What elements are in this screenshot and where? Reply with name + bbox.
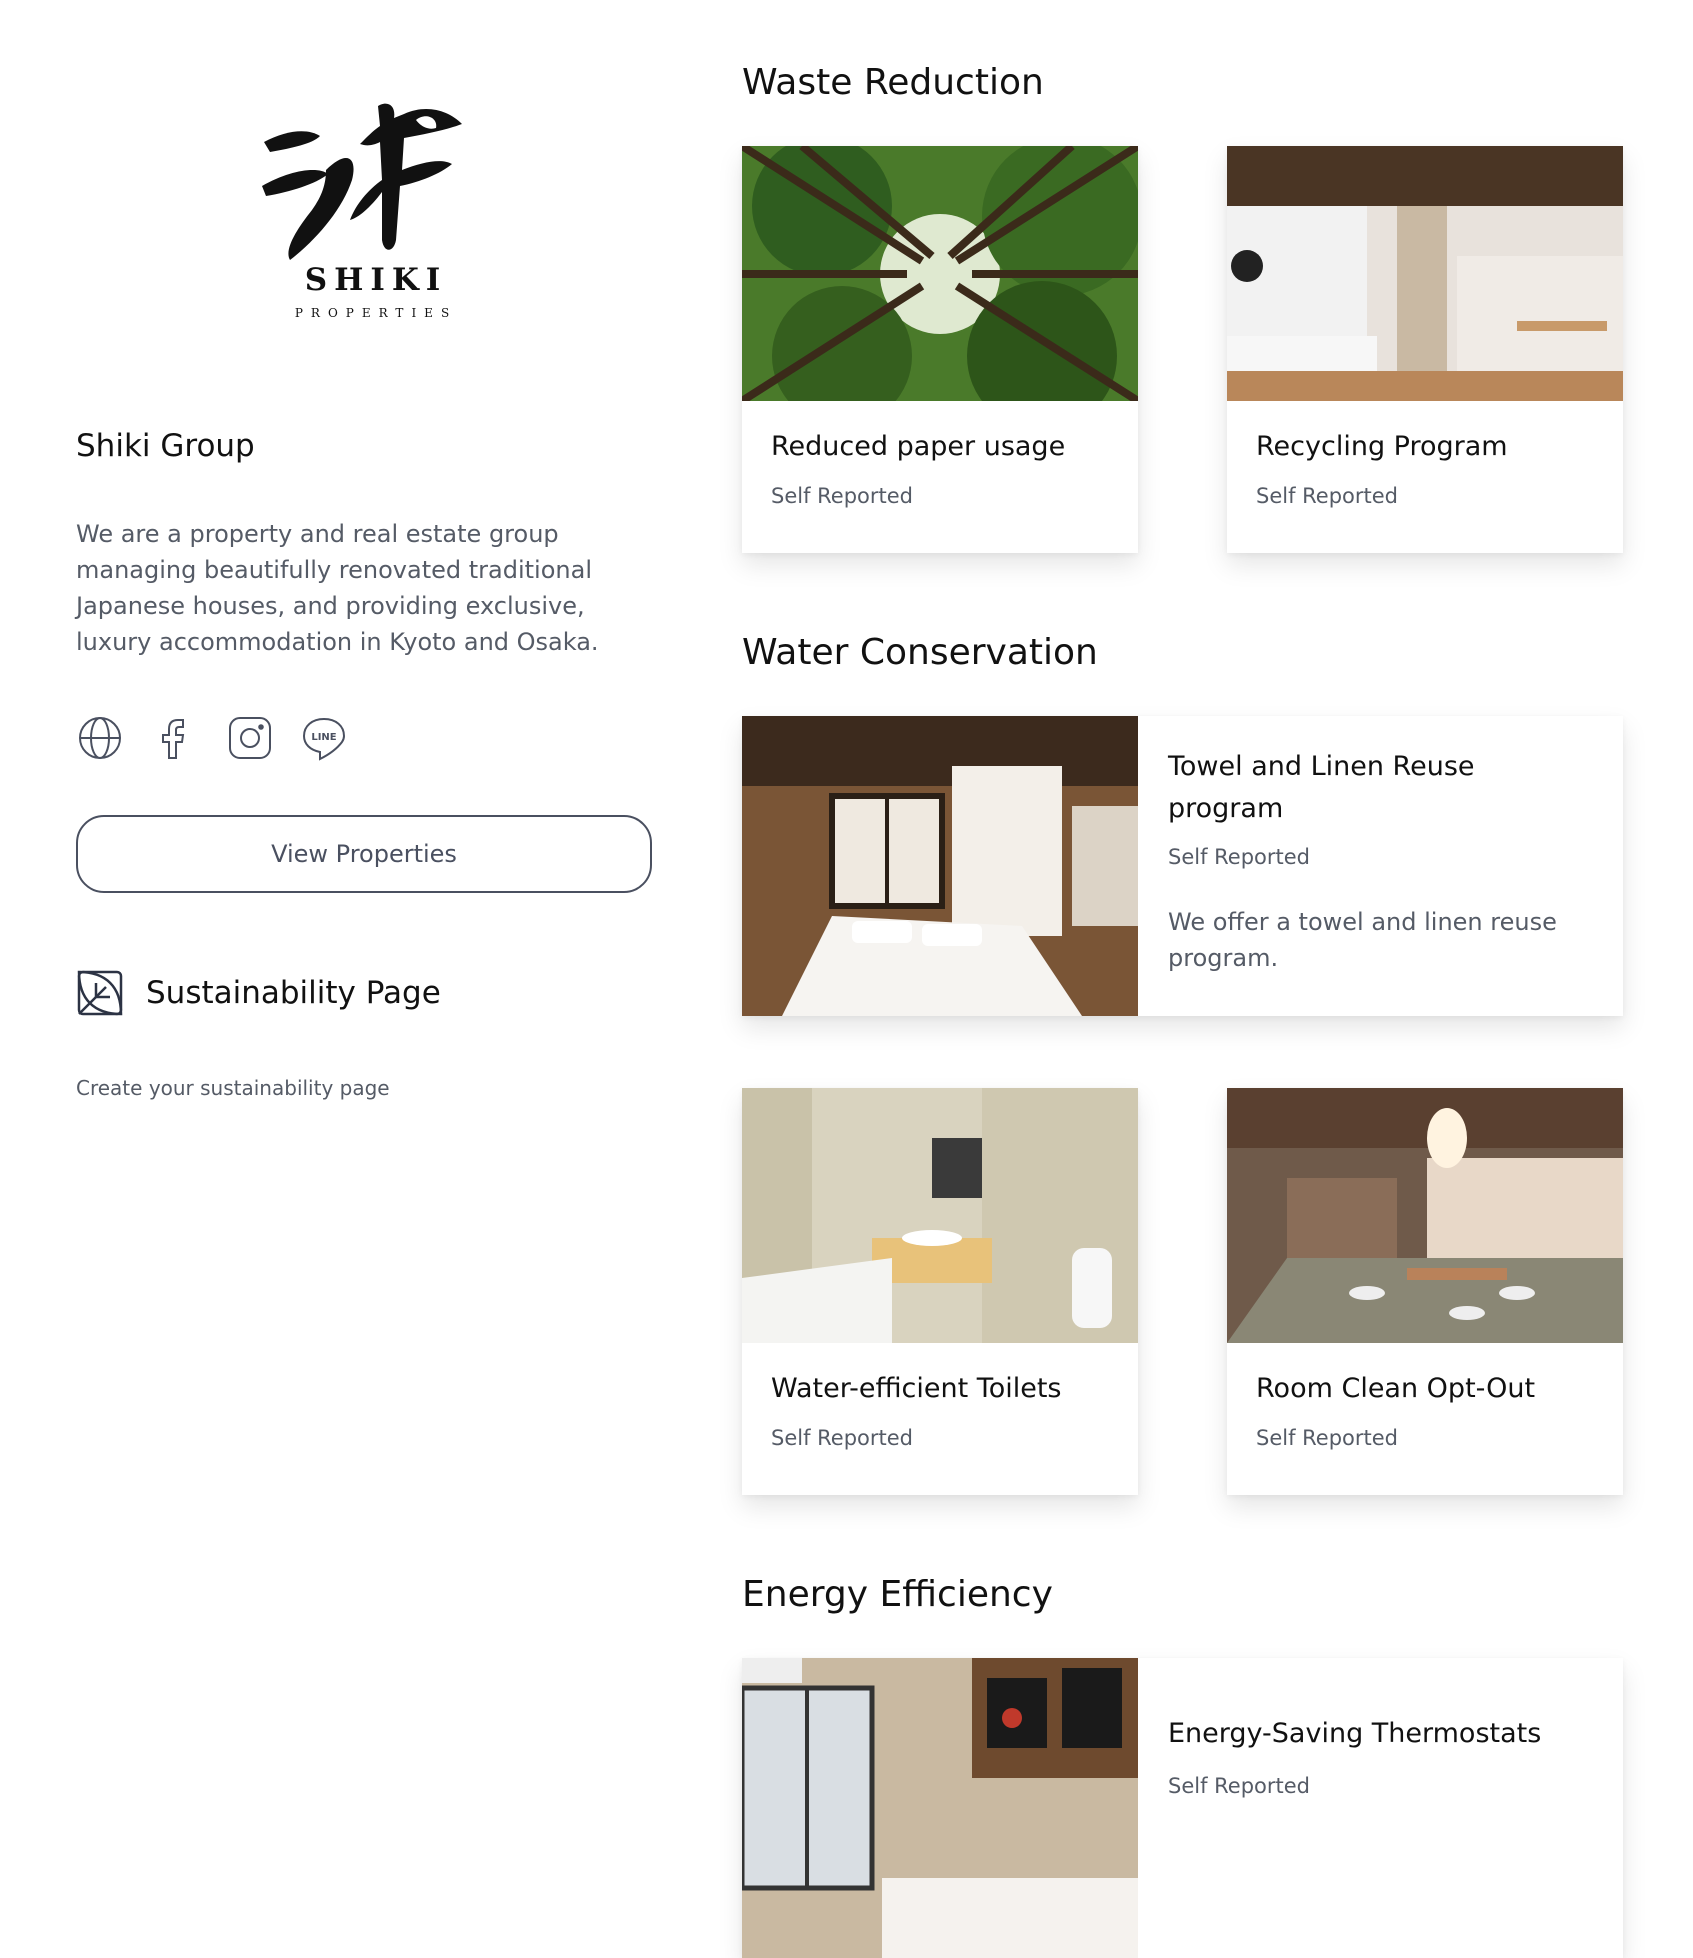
section-title-energy-efficiency: Energy Efficiency <box>742 1574 1053 1615</box>
card-source: Self Reported <box>771 484 914 508</box>
card-water-efficient-toilets[interactable]: Water-efficient Toilets Self Reported <box>742 1088 1138 1495</box>
line-icon[interactable]: LINE <box>300 714 348 762</box>
instagram-icon[interactable] <box>226 714 274 762</box>
logo-subtitle: PROPERTIES <box>294 306 458 320</box>
card-source: Self Reported <box>771 1426 914 1450</box>
create-sustainability-page-link[interactable]: Create your sustainability page <box>76 1076 390 1100</box>
card-source: Self Reported <box>1168 1774 1311 1798</box>
logo-wordmark: SHIKI <box>304 262 448 298</box>
card-title: Towel and Linen Reuse program <box>1168 751 1475 824</box>
card-source: Self Reported <box>1256 1426 1399 1450</box>
organization-name: Shiki Group <box>76 428 255 464</box>
svg-text:LINE: LINE <box>311 732 336 743</box>
card-title: Water-efficient Toilets <box>771 1373 1062 1404</box>
forest-canopy-image <box>742 146 1138 401</box>
card-title: Room Clean Opt-Out <box>1256 1373 1536 1404</box>
card-description: We offer a towel and linen reuse program… <box>1168 908 1557 972</box>
organization-description: We are a property and real estate group … <box>76 520 599 656</box>
bedroom-art-wall-image <box>742 1658 1138 1958</box>
card-source: Self Reported <box>1168 845 1311 869</box>
card-recycling-program[interactable]: Recycling Program Self Reported <box>1227 146 1623 553</box>
globe-icon[interactable] <box>76 714 124 762</box>
facebook-icon[interactable] <box>150 714 198 762</box>
section-title-waste-reduction: Waste Reduction <box>742 62 1044 103</box>
section-title-water-conservation: Water Conservation <box>742 632 1098 673</box>
sustainability-header: Sustainability Page <box>76 968 441 1018</box>
leaf-icon <box>76 969 124 1017</box>
bathroom-image <box>742 1088 1138 1343</box>
card-title: Energy-Saving Thermostats <box>1168 1718 1542 1749</box>
kitchen-interior-image <box>1227 146 1623 401</box>
card-reduced-paper-usage[interactable]: Reduced paper usage Self Reported <box>742 146 1138 553</box>
tatami-room-image <box>1227 1088 1623 1343</box>
logo-calligraphy-mark <box>262 103 462 260</box>
card-source: Self Reported <box>1256 484 1399 508</box>
card-energy-saving-thermostats[interactable]: Energy-Saving Thermostats Self Reported <box>742 1658 1623 1958</box>
sustainability-title: Sustainability Page <box>146 975 441 1011</box>
card-title: Reduced paper usage <box>771 431 1066 462</box>
card-title: Recycling Program <box>1256 431 1508 462</box>
bedroom-futon-image <box>742 716 1138 1016</box>
card-towel-linen-reuse[interactable]: Towel and Linen Reuse program Self Repor… <box>742 716 1623 1016</box>
card-room-clean-opt-out[interactable]: Room Clean Opt-Out Self Reported <box>1227 1088 1623 1495</box>
social-links: LINE <box>76 714 376 762</box>
view-properties-button[interactable]: View Properties <box>76 815 652 893</box>
company-logo: SHIKI PROPERTIES <box>256 100 496 330</box>
